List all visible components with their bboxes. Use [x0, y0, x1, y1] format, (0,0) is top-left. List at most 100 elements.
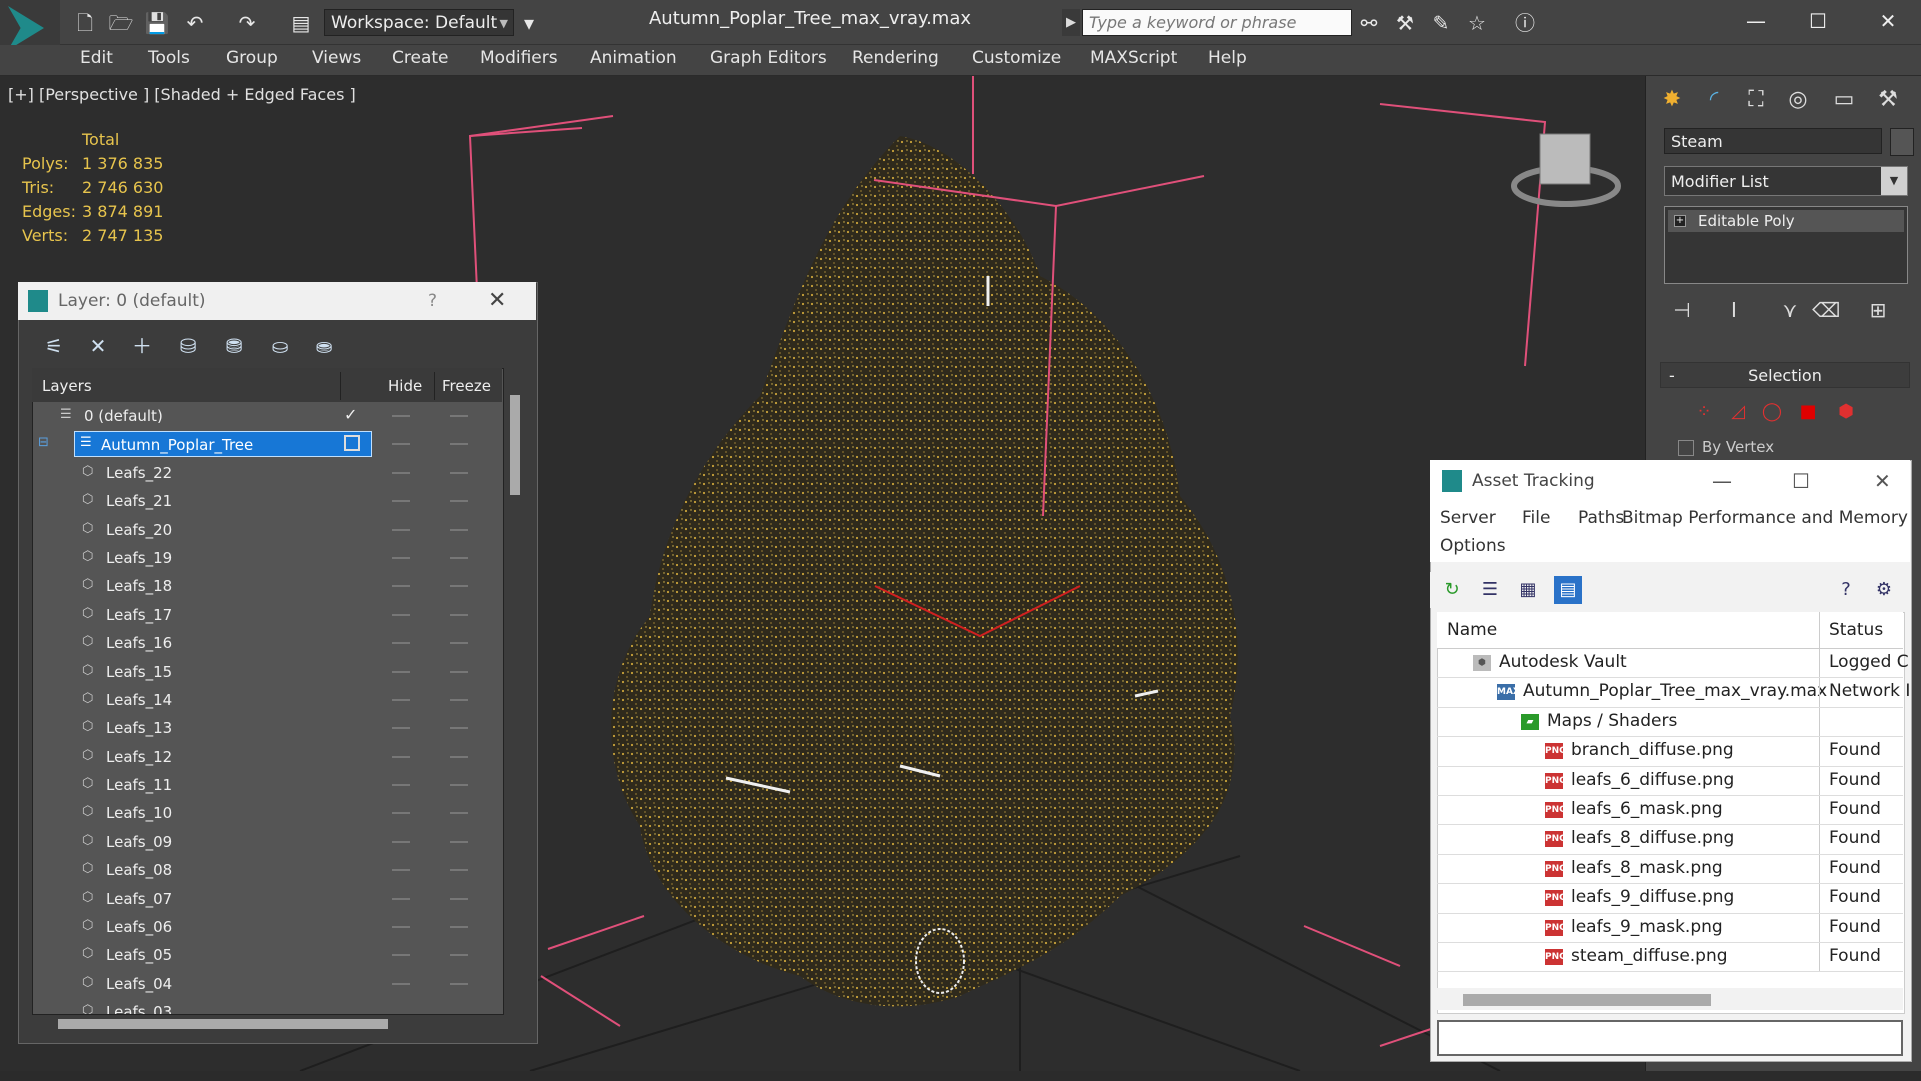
- layer-row[interactable]: ⬡ Leafs_16: [32, 629, 502, 657]
- menu-create[interactable]: Create: [392, 48, 449, 68]
- open-file-icon[interactable]: 🗁: [108, 10, 134, 36]
- display-tab-icon[interactable]: ▭: [1826, 84, 1862, 116]
- freeze-toggle[interactable]: [450, 812, 468, 815]
- hide-toggle[interactable]: [392, 727, 410, 730]
- workspace-select[interactable]: Workspace: Default ▼: [324, 9, 514, 36]
- select-in-layer-icon[interactable]: ⛃: [220, 332, 248, 360]
- layer-row[interactable]: ⬡ Leafs_21: [32, 487, 502, 515]
- layer-row[interactable]: ⬡ Leafs_12: [32, 743, 502, 771]
- object-name[interactable]: Leafs_20: [106, 521, 172, 539]
- set-current-layer-box[interactable]: [344, 435, 360, 452]
- menu-maxscript[interactable]: MAXScript: [1090, 48, 1177, 68]
- maximize-icon[interactable]: ☐: [1792, 460, 1810, 502]
- layer-row[interactable]: ⬡ Leafs_11: [32, 771, 502, 799]
- layer-row[interactable]: ⬡ Leafs_10: [32, 799, 502, 827]
- menu-paths[interactable]: Paths: [1578, 508, 1624, 528]
- hide-toggle[interactable]: [392, 897, 410, 900]
- polygon-mode-icon[interactable]: ■: [1796, 400, 1820, 424]
- hide-toggle[interactable]: [392, 982, 410, 985]
- delete-layer-icon[interactable]: ✕: [84, 332, 112, 360]
- undo-icon[interactable]: ↶: [182, 10, 208, 36]
- object-name[interactable]: Leafs_16: [106, 634, 172, 652]
- layer-dialog-title-bar[interactable]: Layer: 0 (default) ? ✕: [18, 282, 536, 320]
- object-name[interactable]: Leafs_07: [106, 890, 172, 908]
- object-name[interactable]: Leafs_18: [106, 577, 172, 595]
- help-button[interactable]: ?: [428, 282, 437, 320]
- border-mode-icon[interactable]: ◯: [1760, 400, 1784, 424]
- menu-group[interactable]: Group: [226, 48, 278, 68]
- freeze-toggle[interactable]: [450, 727, 468, 730]
- hide-toggle[interactable]: [392, 784, 410, 787]
- hide-toggle[interactable]: [392, 840, 410, 843]
- hide-toggle[interactable]: [392, 613, 410, 616]
- close-icon[interactable]: ✕: [488, 282, 506, 320]
- hide-toggle[interactable]: [392, 443, 410, 446]
- hide-toggle[interactable]: [392, 500, 410, 503]
- configure-modifier-sets-icon[interactable]: ⊞: [1864, 296, 1892, 324]
- object-name[interactable]: Leafs_22: [106, 464, 172, 482]
- utilities-tab-icon[interactable]: ⚒: [1870, 84, 1906, 116]
- selection-rollout-header[interactable]: - Selection: [1660, 362, 1910, 388]
- hide-toggle[interactable]: [392, 869, 410, 872]
- by-vertex-checkbox[interactable]: By Vertex: [1678, 438, 1774, 456]
- freeze-toggle[interactable]: [450, 840, 468, 843]
- menu-file[interactable]: File: [1522, 508, 1550, 528]
- hide-toggle[interactable]: [392, 471, 410, 474]
- layer-settings-icon[interactable]: ⛂: [310, 332, 338, 360]
- object-name[interactable]: Leafs_09: [106, 833, 172, 851]
- modifier-list-dropdown[interactable]: Modifier List ▼: [1664, 166, 1908, 196]
- asset-row[interactable]: ▰ Maps / Shaders: [1437, 707, 1903, 738]
- checkbox-box[interactable]: [1678, 439, 1694, 456]
- column-layers[interactable]: Layers: [42, 377, 92, 395]
- freeze-toggle[interactable]: [450, 471, 468, 474]
- object-name[interactable]: Leafs_05: [106, 946, 172, 964]
- object-name[interactable]: Leafs_21: [106, 492, 172, 510]
- vertex-mode-icon[interactable]: ⁘: [1692, 400, 1716, 424]
- object-name[interactable]: Leafs_11: [106, 776, 172, 794]
- hide-toggle[interactable]: [392, 698, 410, 701]
- layer-row[interactable]: ☰ 0 (default) ✓: [32, 402, 502, 430]
- motion-tab-icon[interactable]: ◎: [1780, 84, 1816, 116]
- asset-row[interactable]: PNG branch_diffuse.png Found: [1437, 737, 1903, 767]
- layer-row[interactable]: ⬡ Leafs_04: [32, 970, 502, 998]
- layer-row[interactable]: ⬡ Leafs_19: [32, 544, 502, 572]
- scrollbar-thumb[interactable]: [510, 395, 520, 495]
- freeze-toggle[interactable]: [450, 698, 468, 701]
- minimize-icon[interactable]: —: [1734, 6, 1778, 36]
- hide-toggle[interactable]: [392, 954, 410, 957]
- hide-toggle[interactable]: [392, 926, 410, 929]
- menu-animation[interactable]: Animation: [590, 48, 677, 68]
- object-name[interactable]: Leafs_17: [106, 606, 172, 624]
- asset-row[interactable]: ⬢ Autodesk Vault Logged C: [1437, 649, 1909, 679]
- tools-icon[interactable]: ⚒: [1392, 10, 1418, 36]
- freeze-toggle[interactable]: [450, 642, 468, 645]
- menu-tools[interactable]: Tools: [148, 48, 190, 68]
- column-status[interactable]: Status: [1829, 620, 1883, 640]
- favorites-star-icon[interactable]: ☆: [1464, 10, 1490, 36]
- element-mode-icon[interactable]: ⬢: [1834, 400, 1858, 424]
- freeze-toggle[interactable]: [450, 755, 468, 758]
- search-expand-icon[interactable]: ▶: [1062, 9, 1080, 36]
- object-name[interactable]: Leafs_08: [106, 861, 172, 879]
- object-name[interactable]: Leafs_13: [106, 719, 172, 737]
- help-options-icon[interactable]: ⚙: [1870, 576, 1898, 604]
- layer-row[interactable]: ⬡ Leafs_20: [32, 516, 502, 544]
- menu-rendering[interactable]: Rendering: [852, 48, 939, 68]
- freeze-toggle[interactable]: [450, 982, 468, 985]
- list-view-icon[interactable]: ☰: [1476, 576, 1504, 604]
- asset-row[interactable]: PNG leafs_9_mask.png Found: [1437, 913, 1903, 943]
- hierarchy-tab-icon[interactable]: ⛶: [1738, 84, 1774, 116]
- layer-row[interactable]: ⬡ Leafs_22: [32, 459, 502, 487]
- freeze-toggle[interactable]: [450, 443, 468, 446]
- freeze-toggle[interactable]: [450, 869, 468, 872]
- layer-row[interactable]: ⬡ Leafs_05: [32, 941, 502, 969]
- add-layer-icon[interactable]: ＋: [128, 332, 156, 360]
- new-file-icon[interactable]: 🗋: [72, 10, 98, 36]
- asset-row[interactable]: PNG leafs_8_diffuse.png Found: [1437, 825, 1903, 855]
- table-view-icon[interactable]: ▤: [1554, 576, 1582, 604]
- help-icon[interactable]: ?: [1832, 576, 1860, 604]
- layer-row[interactable]: ⬡ Leafs_13: [32, 714, 502, 742]
- hide-toggle[interactable]: [392, 642, 410, 645]
- binoculars-icon[interactable]: ⚯: [1356, 10, 1382, 36]
- thumbnail-view-icon[interactable]: ▦: [1514, 576, 1542, 604]
